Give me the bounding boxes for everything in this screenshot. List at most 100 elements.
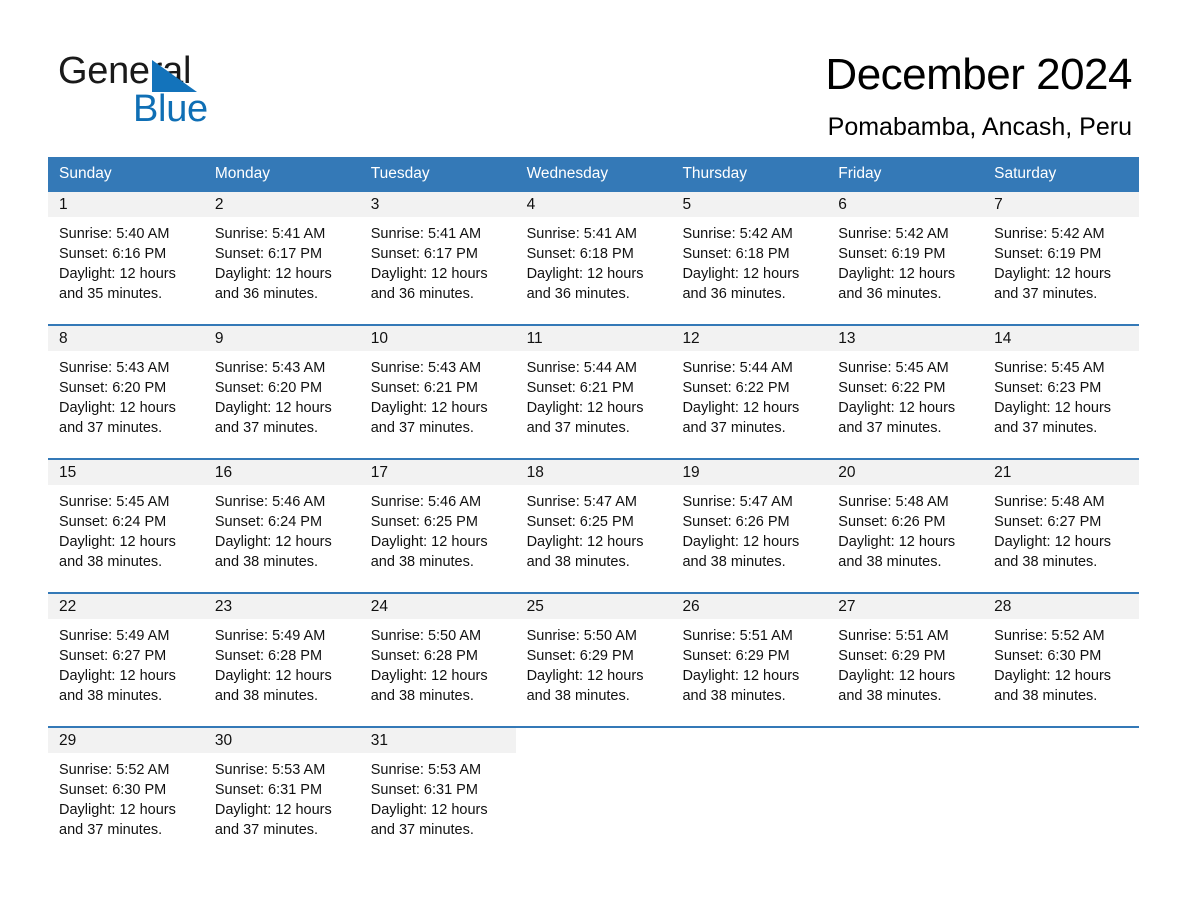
daylight-text-line2: and 38 minutes.	[994, 688, 1098, 704]
day-cell[interactable]: 28 Sunrise: 5:52 AM Sunset: 6:30 PM Dayl…	[983, 594, 1140, 726]
day-info: Sunrise: 5:40 AM Sunset: 6:16 PM Dayligh…	[48, 217, 204, 304]
day-cell[interactable]: 11 Sunrise: 5:44 AM Sunset: 6:21 PM Dayl…	[515, 326, 672, 458]
day-cell[interactable]: 23 Sunrise: 5:49 AM Sunset: 6:28 PM Dayl…	[203, 594, 360, 726]
weekday-header-wednesday: Wednesday	[526, 165, 609, 182]
day-cell[interactable]: 6 Sunrise: 5:42 AM Sunset: 6:19 PM Dayli…	[827, 192, 984, 324]
sunset-text: Sunset: 6:17 PM	[370, 246, 478, 262]
sunset-text: Sunset: 6:18 PM	[682, 246, 790, 262]
daylight-text-line2: and 37 minutes.	[994, 420, 1098, 436]
day-cell[interactable]: 27 Sunrise: 5:51 AM Sunset: 6:29 PM Dayl…	[827, 594, 984, 726]
day-number: 31	[359, 728, 516, 753]
daylight-text-line2: and 37 minutes.	[994, 286, 1098, 302]
day-cell[interactable]: 5 Sunrise: 5:42 AM Sunset: 6:18 PM Dayli…	[671, 192, 828, 324]
sunset-text: Sunset: 6:28 PM	[370, 648, 478, 664]
daylight-text-line1: Daylight: 12 hours	[994, 668, 1112, 684]
day-number: 23	[203, 594, 360, 619]
sunrise-text: Sunrise: 5:52 AM	[994, 628, 1105, 644]
day-number: 5	[671, 192, 828, 217]
weekday-header-saturday: Saturday	[994, 165, 1057, 182]
day-cell[interactable]: 18 Sunrise: 5:47 AM Sunset: 6:25 PM Dayl…	[515, 460, 672, 592]
day-cell[interactable]: 4 Sunrise: 5:41 AM Sunset: 6:18 PM Dayli…	[515, 192, 672, 324]
sunrise-text: Sunrise: 5:50 AM	[370, 628, 482, 644]
sunrise-text: Sunrise: 5:46 AM	[370, 494, 482, 510]
day-number	[983, 728, 1140, 753]
daylight-text-line1: Daylight: 12 hours	[59, 802, 176, 818]
daylight-text-line1: Daylight: 12 hours	[526, 534, 644, 550]
sunrise-text: Sunrise: 5:48 AM	[994, 494, 1105, 510]
sunset-text: Sunset: 6:19 PM	[994, 246, 1102, 262]
daylight-text-line2: and 37 minutes.	[370, 822, 474, 838]
sunset-text: Sunset: 6:21 PM	[370, 380, 478, 396]
day-cell[interactable]: 20 Sunrise: 5:48 AM Sunset: 6:26 PM Dayl…	[827, 460, 984, 592]
day-cell[interactable]: 16 Sunrise: 5:46 AM Sunset: 6:24 PM Dayl…	[203, 460, 360, 592]
day-cell[interactable]: 29 Sunrise: 5:52 AM Sunset: 6:30 PM Dayl…	[48, 728, 204, 846]
day-info: Sunrise: 5:42 AM Sunset: 6:18 PM Dayligh…	[671, 217, 827, 304]
weekday-header-monday: Monday	[214, 165, 271, 182]
day-cell[interactable]: 7 Sunrise: 5:42 AM Sunset: 6:19 PM Dayli…	[983, 192, 1140, 324]
daylight-text-line1: Daylight: 12 hours	[370, 266, 488, 282]
sunset-text: Sunset: 6:22 PM	[682, 380, 790, 396]
day-number: 15	[48, 460, 204, 485]
sunrise-text: Sunrise: 5:53 AM	[214, 762, 326, 778]
day-info: Sunrise: 5:49 AM Sunset: 6:27 PM Dayligh…	[48, 619, 204, 706]
day-cell[interactable]: 22 Sunrise: 5:49 AM Sunset: 6:27 PM Dayl…	[48, 594, 204, 726]
sunrise-text: Sunrise: 5:45 AM	[838, 360, 949, 376]
daylight-text-line1: Daylight: 12 hours	[370, 400, 488, 416]
day-number: 11	[515, 326, 672, 351]
day-cell[interactable]: 26 Sunrise: 5:51 AM Sunset: 6:29 PM Dayl…	[671, 594, 828, 726]
daylight-text-line1: Daylight: 12 hours	[370, 802, 488, 818]
day-info: Sunrise: 5:42 AM Sunset: 6:19 PM Dayligh…	[827, 217, 983, 304]
day-number: 14	[983, 326, 1140, 351]
sunrise-text: Sunrise: 5:45 AM	[994, 360, 1105, 376]
day-cell[interactable]: 2 Sunrise: 5:41 AM Sunset: 6:17 PM Dayli…	[203, 192, 360, 324]
sunset-text: Sunset: 6:29 PM	[526, 648, 634, 664]
day-number: 4	[515, 192, 672, 217]
day-cell[interactable]: 19 Sunrise: 5:47 AM Sunset: 6:26 PM Dayl…	[671, 460, 828, 592]
day-cell[interactable]: 15 Sunrise: 5:45 AM Sunset: 6:24 PM Dayl…	[48, 460, 204, 592]
day-info: Sunrise: 5:43 AM Sunset: 6:21 PM Dayligh…	[360, 351, 516, 438]
day-cell[interactable]: 17 Sunrise: 5:46 AM Sunset: 6:25 PM Dayl…	[359, 460, 516, 592]
day-number: 20	[827, 460, 984, 485]
sunset-text: Sunset: 6:29 PM	[682, 648, 790, 664]
daylight-text-line2: and 38 minutes.	[682, 554, 786, 570]
daylight-text-line1: Daylight: 12 hours	[838, 534, 956, 550]
day-cell[interactable]: 12 Sunrise: 5:44 AM Sunset: 6:22 PM Dayl…	[671, 326, 828, 458]
day-cell[interactable]: 30 Sunrise: 5:53 AM Sunset: 6:31 PM Dayl…	[203, 728, 360, 846]
day-number: 2	[203, 192, 360, 217]
general-blue-logo: General Blue	[58, 50, 398, 130]
day-info: Sunrise: 5:49 AM Sunset: 6:28 PM Dayligh…	[204, 619, 360, 706]
day-cell[interactable]: 24 Sunrise: 5:50 AM Sunset: 6:28 PM Dayl…	[359, 594, 516, 726]
day-cell[interactable]: 14 Sunrise: 5:45 AM Sunset: 6:23 PM Dayl…	[983, 326, 1140, 458]
day-cell[interactable]: 13 Sunrise: 5:45 AM Sunset: 6:22 PM Dayl…	[827, 326, 984, 458]
week-row: 15 Sunrise: 5:45 AM Sunset: 6:24 PM Dayl…	[48, 458, 1140, 592]
day-number: 26	[671, 594, 828, 619]
daylight-text-line1: Daylight: 12 hours	[59, 534, 176, 550]
sunset-text: Sunset: 6:26 PM	[838, 514, 946, 530]
sunrise-text: Sunrise: 5:42 AM	[682, 226, 793, 242]
day-number: 13	[827, 326, 984, 351]
daylight-text-line2: and 37 minutes.	[59, 420, 163, 436]
day-cell[interactable]: 8 Sunrise: 5:43 AM Sunset: 6:20 PM Dayli…	[48, 326, 204, 458]
weekday-header-friday: Friday	[838, 165, 882, 182]
daylight-text-line2: and 38 minutes.	[994, 554, 1098, 570]
daylight-text-line2: and 38 minutes.	[526, 554, 630, 570]
day-info: Sunrise: 5:45 AM Sunset: 6:23 PM Dayligh…	[983, 351, 1139, 438]
daylight-text-line2: and 37 minutes.	[214, 420, 319, 436]
day-info: Sunrise: 5:48 AM Sunset: 6:26 PM Dayligh…	[827, 485, 983, 572]
daylight-text-line2: and 36 minutes.	[370, 286, 474, 302]
day-cell[interactable]: 21 Sunrise: 5:48 AM Sunset: 6:27 PM Dayl…	[983, 460, 1140, 592]
day-cell[interactable]: 25 Sunrise: 5:50 AM Sunset: 6:29 PM Dayl…	[515, 594, 672, 726]
sunset-text: Sunset: 6:31 PM	[370, 782, 478, 798]
daylight-text-line1: Daylight: 12 hours	[838, 400, 956, 416]
day-number: 10	[359, 326, 516, 351]
day-cell[interactable]: 31 Sunrise: 5:53 AM Sunset: 6:31 PM Dayl…	[359, 728, 516, 846]
daylight-text-line2: and 38 minutes.	[59, 554, 163, 570]
daylight-text-line1: Daylight: 12 hours	[682, 400, 800, 416]
daylight-text-line1: Daylight: 12 hours	[526, 400, 644, 416]
daylight-text-line1: Daylight: 12 hours	[994, 534, 1112, 550]
daylight-text-line1: Daylight: 12 hours	[59, 266, 176, 282]
day-cell[interactable]: 1 Sunrise: 5:40 AM Sunset: 6:16 PM Dayli…	[48, 192, 204, 324]
day-cell[interactable]: 3 Sunrise: 5:41 AM Sunset: 6:17 PM Dayli…	[359, 192, 516, 324]
day-cell[interactable]: 10 Sunrise: 5:43 AM Sunset: 6:21 PM Dayl…	[359, 326, 516, 458]
day-cell[interactable]: 9 Sunrise: 5:43 AM Sunset: 6:20 PM Dayli…	[203, 326, 360, 458]
